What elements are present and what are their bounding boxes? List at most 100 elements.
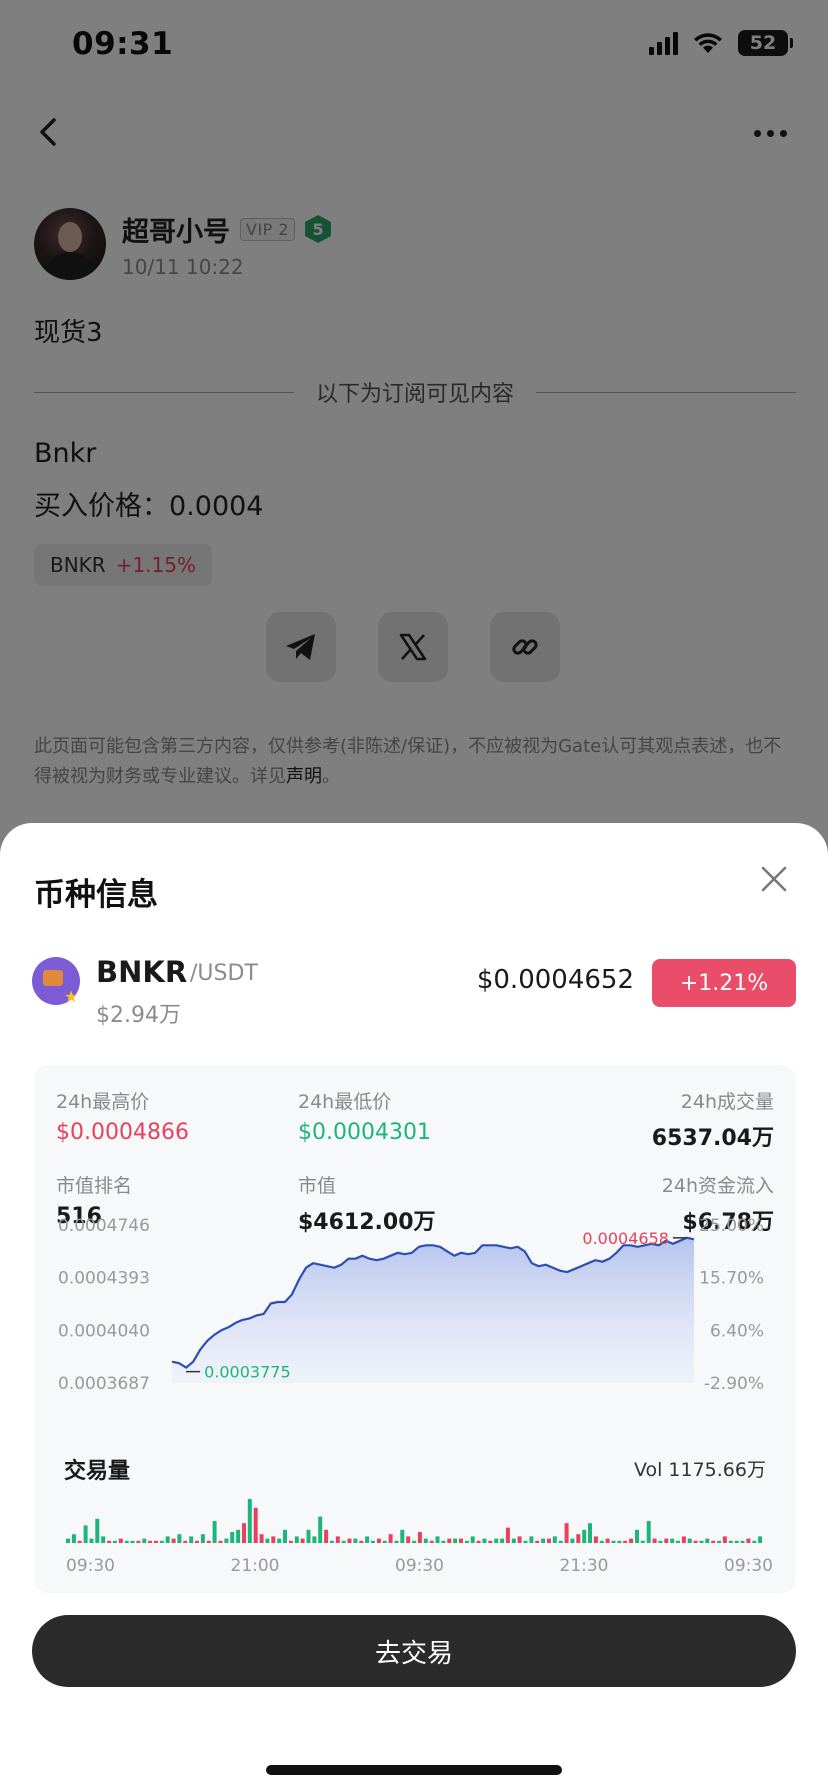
coin-summary: ★ BNKR /USDT $2.94万 $0.0004652 +1.21% bbox=[32, 953, 796, 1033]
volume-bar bbox=[529, 1536, 534, 1543]
y-axis-tick-label: 0.0004393 bbox=[58, 1269, 150, 1289]
volume-bar bbox=[535, 1540, 540, 1543]
x-axis-time-label: 09:30 bbox=[66, 1556, 115, 1576]
volume-total: Vol 1175.66万 bbox=[633, 1459, 766, 1481]
low-price-annotation: 0.0003775 bbox=[204, 1363, 291, 1382]
volume-bar bbox=[388, 1534, 393, 1543]
volume-bar bbox=[488, 1540, 493, 1543]
volume-bar bbox=[570, 1538, 575, 1543]
coin-market-cap: $2.94万 bbox=[96, 1003, 181, 1028]
volume-bar bbox=[717, 1540, 722, 1543]
volume-bar bbox=[558, 1540, 563, 1543]
volume-bar bbox=[271, 1536, 276, 1543]
volume-bar bbox=[101, 1536, 106, 1543]
volume-bar bbox=[617, 1540, 622, 1543]
volume-bar bbox=[165, 1536, 170, 1543]
volume-bar bbox=[242, 1523, 246, 1543]
coin-info-sheet: 币种信息 ★ BNKR /USDT $2.94万 $0.0004652 +1.2… bbox=[0, 823, 828, 1792]
sheet-title: 币种信息 bbox=[34, 877, 158, 913]
volume-bar bbox=[740, 1540, 745, 1543]
volume-bar bbox=[341, 1540, 346, 1543]
volume-bar bbox=[300, 1538, 305, 1543]
volume-bar bbox=[107, 1540, 112, 1543]
volume-bar bbox=[429, 1540, 434, 1543]
y-axis-percent-label: 25.00% bbox=[699, 1216, 764, 1236]
volume-bar bbox=[611, 1540, 616, 1543]
volume-bar bbox=[212, 1521, 217, 1543]
volume-bar bbox=[605, 1538, 610, 1543]
volume-bar bbox=[435, 1536, 440, 1543]
volume-bar bbox=[183, 1540, 188, 1543]
volume-bar bbox=[505, 1527, 510, 1543]
volume-bar bbox=[218, 1540, 223, 1543]
volume-bar bbox=[89, 1538, 94, 1543]
volume-bar bbox=[699, 1540, 704, 1543]
price-change-badge: +1.21% bbox=[652, 959, 796, 1007]
go-trade-button[interactable]: 去交易 bbox=[32, 1615, 796, 1687]
x-axis-time-label: 09:30 bbox=[395, 1556, 444, 1576]
volume-bar bbox=[312, 1536, 317, 1543]
volume-bar bbox=[517, 1536, 522, 1543]
volume-bar bbox=[371, 1540, 375, 1543]
volume-bar bbox=[464, 1540, 469, 1543]
volume-bar bbox=[582, 1529, 587, 1543]
volume-bar bbox=[376, 1538, 381, 1543]
volume-bar bbox=[66, 1538, 70, 1543]
volume-bar bbox=[652, 1538, 657, 1543]
volume-bar bbox=[676, 1540, 680, 1543]
volume-bar bbox=[394, 1540, 399, 1543]
volume-bar bbox=[288, 1540, 293, 1543]
volume-bar bbox=[177, 1534, 182, 1543]
volume-bar bbox=[711, 1540, 716, 1543]
volume-bar bbox=[294, 1536, 299, 1543]
volume-bar bbox=[623, 1540, 628, 1543]
volume-bar bbox=[324, 1529, 329, 1543]
close-button[interactable] bbox=[754, 859, 794, 899]
volume-bar bbox=[112, 1540, 117, 1543]
price-area-fill bbox=[172, 1237, 694, 1383]
volume-bar bbox=[148, 1540, 153, 1543]
price-volume-chart: 0.0004746 0.0004393 0.0004040 0.0003687 25.0… bbox=[58, 1216, 773, 1576]
volume-bar bbox=[130, 1540, 135, 1543]
volume-bar bbox=[511, 1538, 516, 1543]
volume-bar bbox=[400, 1529, 405, 1543]
stats-card: 24h最高价 $0.0004866 24h最低价 $0.0004301 24h成… bbox=[34, 1065, 796, 1593]
high-price-annotation: 0.0004658 bbox=[582, 1229, 669, 1248]
volume-bar bbox=[189, 1536, 194, 1543]
volume-bar bbox=[154, 1540, 158, 1543]
volume-bar bbox=[406, 1536, 411, 1543]
volume-bar bbox=[482, 1538, 487, 1543]
y-axis-tick-label: 0.0003687 bbox=[58, 1374, 150, 1394]
volume-bar bbox=[687, 1538, 692, 1543]
volume-bar bbox=[646, 1521, 651, 1543]
volume-bar bbox=[494, 1538, 499, 1543]
y-axis-percent-label: 15.70% bbox=[699, 1269, 764, 1289]
volume-bar bbox=[588, 1523, 592, 1543]
y-axis-percent-label: 6.40% bbox=[710, 1321, 764, 1341]
volume-bar bbox=[171, 1538, 176, 1543]
volume-bar bbox=[476, 1540, 481, 1543]
volume-bar bbox=[593, 1536, 598, 1543]
volume-bar bbox=[265, 1538, 270, 1543]
volume-bar bbox=[670, 1538, 675, 1543]
volume-bar bbox=[95, 1518, 100, 1543]
volume-bar bbox=[283, 1529, 287, 1543]
volume-bar bbox=[347, 1538, 352, 1543]
volume-bar bbox=[77, 1540, 82, 1543]
y-axis-percent-label: -2.90% bbox=[704, 1374, 764, 1394]
coin-logo-icon: ★ bbox=[32, 957, 80, 1005]
volume-bar bbox=[541, 1538, 546, 1543]
volume-bar bbox=[728, 1540, 733, 1543]
volume-bar bbox=[412, 1540, 417, 1543]
volume-bar bbox=[277, 1538, 282, 1543]
coin-price: $0.0004652 bbox=[476, 965, 634, 995]
volume-bar bbox=[752, 1540, 757, 1543]
volume-bar bbox=[459, 1538, 463, 1543]
home-indicator bbox=[266, 1765, 562, 1775]
volume-bar bbox=[500, 1538, 505, 1543]
volume-bar bbox=[552, 1536, 557, 1543]
volume-bar bbox=[230, 1532, 235, 1543]
volume-bar bbox=[206, 1540, 211, 1543]
volume-bar bbox=[693, 1540, 698, 1543]
volume-bar bbox=[681, 1536, 686, 1543]
